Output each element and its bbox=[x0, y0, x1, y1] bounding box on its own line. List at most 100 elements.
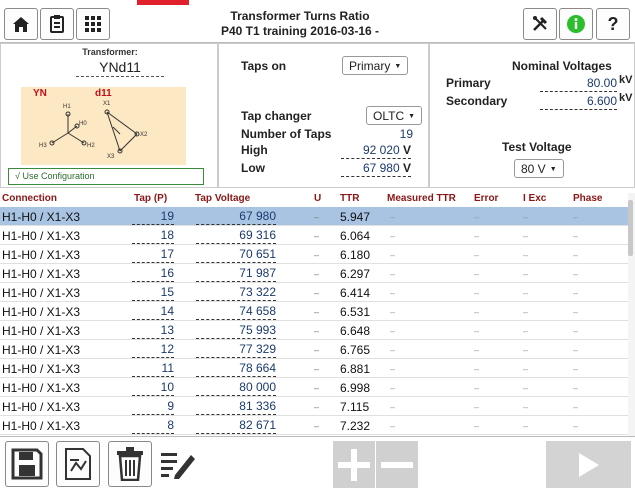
cell-tap[interactable]: 8 bbox=[132, 418, 174, 434]
edit-icon bbox=[161, 453, 195, 479]
column-header-error[interactable]: Error bbox=[474, 193, 498, 204]
cell-tap[interactable]: 18 bbox=[132, 228, 174, 244]
table-row[interactable]: H1-H0 / X1-X3 11 78 664 – 6.881 – – – – bbox=[0, 359, 628, 378]
cell-i-exc: – bbox=[523, 269, 529, 279]
cell-tap-voltage[interactable]: 69 316 bbox=[196, 228, 276, 244]
save-button[interactable] bbox=[5, 441, 49, 487]
vector-group-field[interactable]: YNd11 bbox=[76, 59, 164, 77]
tap-changer-dropdown[interactable]: OLTC ▼ bbox=[366, 106, 423, 125]
cell-tap-voltage[interactable]: 75 993 bbox=[196, 323, 276, 339]
diagram-primary-label: YN bbox=[33, 88, 47, 99]
tools-button[interactable] bbox=[523, 8, 557, 40]
column-header-tap[interactable]: Tap (P) bbox=[134, 193, 167, 204]
transformer-label: Transformer: bbox=[82, 47, 138, 57]
cell-i-exc: – bbox=[523, 288, 529, 298]
cell-measured-ttr: – bbox=[390, 231, 396, 241]
column-header-i-exc[interactable]: I Exc bbox=[523, 193, 546, 204]
chevron-down-icon: ▼ bbox=[394, 63, 402, 70]
cell-connection: H1-H0 / X1-X3 bbox=[2, 324, 81, 338]
cell-u: – bbox=[314, 269, 320, 279]
cell-tap-voltage[interactable]: 81 336 bbox=[196, 399, 276, 415]
cell-tap-voltage[interactable]: 67 980 bbox=[196, 209, 276, 225]
help-button[interactable]: ? bbox=[596, 8, 630, 40]
delete-button[interactable] bbox=[108, 441, 152, 487]
test-voltage-dropdown[interactable]: 80 V ▼ bbox=[514, 159, 564, 178]
table-row[interactable]: H1-H0 / X1-X3 10 80 000 – 6.998 – – – – bbox=[0, 378, 628, 397]
cell-tap[interactable]: 19 bbox=[132, 209, 174, 225]
cell-tap[interactable]: 16 bbox=[132, 266, 174, 282]
cell-ttr: 7.232 bbox=[340, 419, 371, 433]
secondary-voltage-unit: kV bbox=[619, 92, 633, 104]
primary-voltage-field[interactable]: 80.00 bbox=[540, 76, 617, 92]
cell-i-exc: – bbox=[523, 231, 529, 241]
report-icon bbox=[65, 448, 91, 480]
high-voltage-field[interactable]: 92 020 V bbox=[341, 143, 411, 159]
column-header-measured-ttr[interactable]: Measured TTR bbox=[387, 193, 456, 204]
column-header-u[interactable]: U bbox=[314, 193, 321, 204]
cell-connection: H1-H0 / X1-X3 bbox=[2, 267, 81, 281]
cell-measured-ttr: – bbox=[390, 212, 396, 222]
cell-tap[interactable]: 14 bbox=[132, 304, 174, 320]
low-voltage-field[interactable]: 67 980 V bbox=[341, 161, 411, 177]
column-header-connection[interactable]: Connection bbox=[2, 193, 57, 204]
table-row[interactable]: H1-H0 / X1-X3 17 70 651 – 6.180 – – – – bbox=[0, 245, 628, 264]
home-button[interactable] bbox=[4, 8, 38, 40]
column-header-tap-voltage[interactable]: Tap Voltage bbox=[195, 193, 250, 204]
cell-connection: H1-H0 / X1-X3 bbox=[2, 229, 81, 243]
cell-ttr: 6.881 bbox=[340, 362, 371, 376]
cell-tap[interactable]: 11 bbox=[132, 361, 174, 377]
cell-tap-voltage[interactable]: 77 329 bbox=[196, 342, 276, 358]
table-row[interactable]: H1-H0 / X1-X3 8 82 671 – 7.232 – – – – bbox=[0, 416, 628, 435]
cell-connection: H1-H0 / X1-X3 bbox=[2, 362, 81, 376]
cell-phase: – bbox=[573, 250, 579, 260]
add-tap-button[interactable] bbox=[333, 441, 375, 488]
cell-tap-voltage[interactable]: 80 000 bbox=[196, 380, 276, 396]
cell-u: – bbox=[314, 288, 320, 298]
info-button[interactable] bbox=[559, 8, 593, 40]
cell-tap-voltage[interactable]: 82 671 bbox=[196, 418, 276, 434]
cell-tap[interactable]: 9 bbox=[132, 399, 174, 415]
cell-tap-voltage[interactable]: 78 664 bbox=[196, 361, 276, 377]
edit-button[interactable] bbox=[157, 441, 201, 487]
cell-tap[interactable]: 13 bbox=[132, 323, 174, 339]
table-row[interactable]: H1-H0 / X1-X3 18 69 316 – 6.064 – – – – bbox=[0, 226, 628, 245]
table-scrollbar-thumb[interactable] bbox=[628, 200, 633, 256]
cell-tap-voltage[interactable]: 70 651 bbox=[196, 247, 276, 263]
cell-tap-voltage[interactable]: 73 322 bbox=[196, 285, 276, 301]
cell-measured-ttr: – bbox=[390, 250, 396, 260]
report-button[interactable] bbox=[56, 441, 100, 487]
table-row[interactable]: H1-H0 / X1-X3 14 74 658 – 6.531 – – – – bbox=[0, 302, 628, 321]
cell-tap-voltage[interactable]: 74 658 bbox=[196, 304, 276, 320]
keypad-button[interactable] bbox=[76, 8, 110, 40]
cell-tap[interactable]: 15 bbox=[132, 285, 174, 301]
cell-error: – bbox=[474, 402, 480, 412]
cell-ttr: 6.180 bbox=[340, 248, 371, 262]
trash-icon bbox=[117, 447, 143, 481]
clipboard-button[interactable] bbox=[40, 8, 74, 40]
table-row[interactable]: H1-H0 / X1-X3 19 67 980 – 5.947 – – – – bbox=[0, 207, 628, 226]
taps-on-dropdown[interactable]: Primary ▼ bbox=[342, 56, 409, 75]
secondary-voltage-value: 6.600 bbox=[586, 94, 617, 108]
column-header-phase[interactable]: Phase bbox=[573, 193, 602, 204]
remove-tap-button[interactable] bbox=[376, 441, 418, 488]
table-row[interactable]: H1-H0 / X1-X3 15 73 322 – 6.414 – – – – bbox=[0, 283, 628, 302]
test-voltage-label: Test Voltage bbox=[502, 140, 572, 154]
page-title: Transformer Turns Ratio P40 T1 training … bbox=[195, 9, 405, 39]
table-row[interactable]: H1-H0 / X1-X3 12 77 329 – 6.765 – – – – bbox=[0, 340, 628, 359]
start-test-button[interactable] bbox=[546, 441, 631, 488]
column-header-ttr[interactable]: TTR bbox=[340, 193, 359, 204]
nominal-voltages-panel: Nominal Voltages Primary 80.00 kV Second… bbox=[429, 43, 635, 188]
cell-measured-ttr: – bbox=[390, 345, 396, 355]
cell-tap[interactable]: 12 bbox=[132, 342, 174, 358]
cell-measured-ttr: – bbox=[390, 402, 396, 412]
low-voltage-value: 67 980 bbox=[362, 161, 400, 175]
table-row[interactable]: H1-H0 / X1-X3 9 81 336 – 7.115 – – – – bbox=[0, 397, 628, 416]
table-row[interactable]: H1-H0 / X1-X3 13 75 993 – 6.648 – – – – bbox=[0, 321, 628, 340]
cell-tap-voltage[interactable]: 71 987 bbox=[196, 266, 276, 282]
cell-tap[interactable]: 17 bbox=[132, 247, 174, 263]
secondary-voltage-field[interactable]: 6.600 bbox=[540, 94, 617, 110]
use-configuration-button[interactable]: √ Use Configuration bbox=[8, 168, 204, 185]
transformer-panel: Transformer: YNd11 YN d11 H1 H0 H3 H2 X1… bbox=[0, 43, 218, 188]
table-row[interactable]: H1-H0 / X1-X3 16 71 987 – 6.297 – – – – bbox=[0, 264, 628, 283]
cell-tap[interactable]: 10 bbox=[132, 380, 174, 396]
